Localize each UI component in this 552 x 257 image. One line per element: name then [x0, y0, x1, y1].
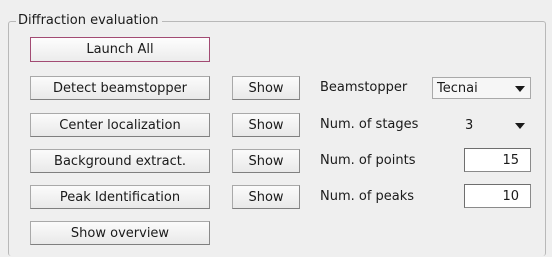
diffraction-evaluation-panel: Diffraction evaluation Launch All Detect… — [0, 0, 552, 257]
num-stages-label: Num. of stages — [320, 117, 419, 132]
show-peaks-button[interactable]: Show — [232, 185, 300, 209]
num-peaks-input[interactable] — [464, 184, 531, 208]
launch-all-button[interactable]: Launch All — [30, 37, 210, 62]
beamstopper-select-value: Tecnai — [437, 80, 478, 96]
show-beamstopper-button[interactable]: Show — [232, 76, 300, 100]
peak-identification-button[interactable]: Peak Identification — [30, 185, 210, 209]
beamstopper-label: Beamstopper — [320, 80, 408, 95]
detect-beamstopper-button[interactable]: Detect beamstopper — [30, 76, 210, 100]
show-center-button[interactable]: Show — [232, 113, 300, 137]
num-peaks-label: Num. of peaks — [320, 189, 415, 204]
center-localization-button[interactable]: Center localization — [30, 113, 210, 137]
show-background-button[interactable]: Show — [232, 149, 300, 173]
chevron-down-icon — [515, 123, 525, 129]
num-stages-select-value: 3 — [465, 117, 474, 133]
background-extract-button[interactable]: Background extract. — [30, 149, 210, 173]
num-stages-select[interactable]: 3 — [460, 114, 531, 136]
group-title: Diffraction evaluation — [16, 12, 163, 30]
beamstopper-select[interactable]: Tecnai — [432, 77, 531, 99]
num-points-input[interactable] — [464, 148, 531, 172]
show-overview-button[interactable]: Show overview — [30, 221, 210, 245]
chevron-down-icon — [515, 86, 525, 92]
num-points-label: Num. of points — [320, 153, 416, 168]
